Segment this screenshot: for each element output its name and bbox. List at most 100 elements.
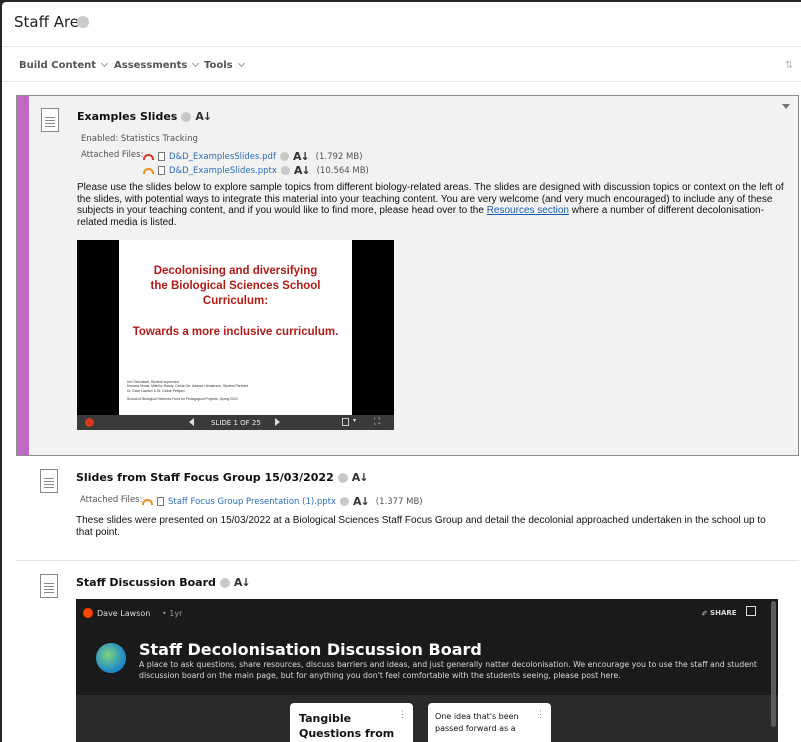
share-button[interactable]: ⮳ SHARE [702, 609, 737, 618]
board-description: A place to ask questions, share resource… [139, 660, 757, 680]
cards-area: Tangible Questions from ⋮ One idea that'… [76, 695, 778, 742]
embed-header: Dave Lawson • 1yr ⮳ SHARE [76, 599, 778, 627]
attached-files-label: Attached Files: [80, 495, 143, 505]
discussion-card[interactable]: Tangible Questions from ⋮ [290, 703, 413, 742]
slide-counter: SLIDE 1 OF 25 [211, 419, 261, 427]
next-slide-icon[interactable] [275, 418, 280, 426]
notes-icon[interactable] [342, 418, 349, 426]
enabled-value: Statistics Tracking [120, 134, 198, 144]
resources-section-link[interactable]: Resources section [487, 205, 569, 216]
file-size: (10.564 MB) [316, 165, 369, 176]
chevron-down-icon[interactable]: ▾ [353, 417, 356, 424]
embed-time-value: 1yr [169, 609, 183, 618]
enabled-row: Enabled: Statistics Tracking [81, 134, 198, 144]
embed-time: • 1yr [162, 609, 183, 618]
drag-handle[interactable]: ⋮ [17, 96, 29, 455]
content-item: Staff Discussion Board A↓ Dave Lawson • … [16, 562, 799, 742]
attached-files-label: Attached Files: [81, 150, 144, 160]
tools-menu[interactable]: Tools [204, 47, 245, 83]
previous-slide-icon[interactable] [189, 418, 194, 426]
content-item: ⋮ Examples Slides A↓ Enabled: Statistics… [16, 95, 799, 456]
globe-icon [96, 643, 126, 673]
file-options-icon[interactable] [340, 497, 350, 506]
file-options-icon[interactable] [279, 152, 289, 161]
alternative-formats-icon[interactable]: A↓ [353, 495, 370, 508]
file-icon [158, 166, 165, 175]
file-link[interactable]: D&D_ExampleSlides.pptx [169, 166, 277, 176]
card-menu-icon[interactable]: ⋮ [398, 709, 407, 720]
file-link[interactable]: D&D_ExamplesSlides.pdf [169, 152, 276, 162]
slide-canvas: Decolonising and diversifying the Biolog… [119, 240, 352, 415]
embed-author[interactable]: Dave Lawson [97, 609, 150, 618]
collapse-icon[interactable] [782, 104, 790, 109]
accessibility-score-icon[interactable] [143, 153, 154, 160]
alternative-formats-icon[interactable]: A↓ [352, 471, 369, 484]
card-line: Tangible [299, 712, 352, 725]
card-text: One idea that's been passed forward as a… [435, 711, 519, 742]
document-icon [40, 574, 58, 598]
build-content-label: Build Content [19, 59, 97, 71]
file-icon [158, 152, 165, 161]
item-title[interactable]: Staff Discussion Board [76, 576, 216, 589]
file-size: (1.377 MB) [375, 496, 423, 507]
credit-line: School of Biological Sciences Fund for P… [127, 397, 238, 402]
slide-heading-line: the Biological Sciences School [150, 280, 321, 292]
item-title-row: Slides from Staff Focus Group 15/03/2022… [76, 471, 369, 484]
accessibility-score-icon[interactable] [143, 167, 154, 174]
options-menu-icon[interactable] [219, 577, 230, 588]
chevron-down-icon [100, 59, 109, 68]
card-menu-icon[interactable]: ⋮ [536, 709, 545, 720]
slide-toolbar: SLIDE 1 OF 25 ▾ ⛶ [77, 415, 394, 430]
item-description: Please use the slides below to explore s… [77, 182, 789, 228]
page: Staff Area Build Content Assessments Too… [2, 2, 801, 742]
file-icon [157, 497, 164, 506]
alternative-formats-icon[interactable]: A↓ [195, 110, 212, 123]
alternative-formats-icon[interactable]: A↓ [294, 164, 311, 177]
alternative-formats-icon[interactable]: A↓ [293, 150, 310, 163]
fullscreen-icon[interactable]: ⛶ [374, 417, 380, 427]
slide-heading: Decolonising and diversifying the Biolog… [119, 264, 352, 309]
slide-heading-line: Curriculum: [202, 295, 269, 307]
item-title-row: Examples Slides A↓ [77, 110, 212, 123]
assessments-menu[interactable]: Assessments [114, 47, 200, 83]
external-link-icon[interactable] [746, 606, 756, 616]
build-content-menu[interactable]: Build Content [19, 47, 109, 83]
attached-file-row: Staff Focus Group Presentation (1).pptx … [142, 495, 423, 508]
options-menu-icon[interactable] [181, 111, 192, 122]
item-title-row: Staff Discussion Board A↓ [76, 576, 251, 589]
file-size: (1.792 MB) [315, 151, 363, 162]
enabled-label: Enabled: [81, 134, 119, 144]
office-icon[interactable] [85, 418, 94, 427]
options-menu-icon[interactable] [337, 472, 348, 483]
document-icon [41, 108, 59, 132]
action-bar: Build Content Assessments Tools ⇅ [2, 46, 801, 82]
card-line: Questions from [299, 727, 395, 740]
item-description: These slides were presented on 15/03/202… [76, 515, 766, 538]
reorder-icon[interactable]: ⇅ [785, 60, 793, 71]
slide-subheading: Towards a more inclusive curriculum. [132, 326, 339, 338]
board-title[interactable]: Staff Decolonisation Discussion Board [139, 640, 482, 659]
slide-heading-line: Decolonising and diversifying [153, 265, 318, 277]
item-title[interactable]: Examples Slides [77, 110, 177, 123]
share-label: SHARE [710, 609, 737, 617]
item-title[interactable]: Slides from Staff Focus Group 15/03/2022 [76, 471, 334, 484]
document-icon [40, 469, 58, 493]
alternative-formats-icon[interactable]: A↓ [234, 576, 251, 589]
title-options-icon[interactable] [77, 16, 89, 28]
reddit-embed[interactable]: Dave Lawson • 1yr ⮳ SHARE Staff Decoloni… [76, 599, 778, 742]
attached-file-row: D&D_ExamplesSlides.pdf A↓ (1.792 MB) [143, 150, 363, 163]
file-options-icon[interactable] [280, 166, 290, 175]
slide-credits: Iml Chehrabeti, Student supervisor Kemar… [127, 380, 248, 402]
card-text: Tangible Questions from [299, 711, 394, 741]
drag-icon: ⋮ [21, 97, 29, 106]
card-line: ... [435, 736, 443, 742]
chevron-down-icon [192, 59, 200, 68]
chevron-down-icon [237, 59, 245, 68]
slide-viewer[interactable]: Decolonising and diversifying the Biolog… [77, 240, 394, 430]
accessibility-score-icon[interactable] [142, 498, 153, 505]
discussion-card[interactable]: One idea that's been passed forward as a… [428, 703, 551, 742]
card-line: passed forward as a [435, 724, 516, 733]
file-link[interactable]: Staff Focus Group Presentation (1).pptx [168, 497, 336, 507]
scrollbar[interactable] [771, 601, 776, 727]
assessments-label: Assessments [114, 59, 188, 71]
